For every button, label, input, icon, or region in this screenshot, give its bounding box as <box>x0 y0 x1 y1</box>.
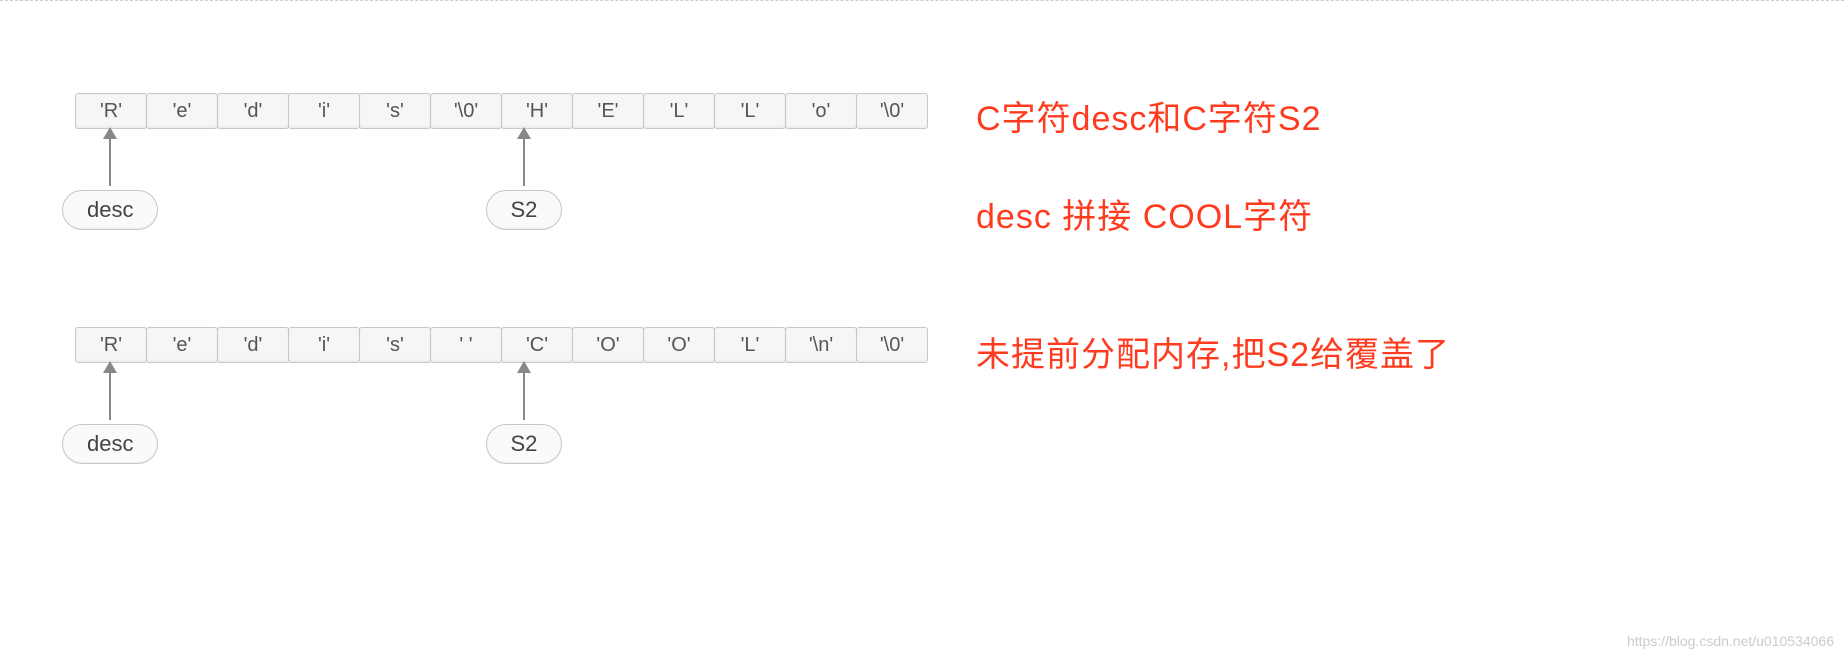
annotation-text: 未提前分配内存,把S2给覆盖了 <box>976 327 1450 376</box>
pointer-desc-1: desc <box>62 361 158 464</box>
memory-cell: 'e' <box>146 93 218 129</box>
memory-cell: 'L' <box>714 327 786 363</box>
memory-cell: ' ' <box>430 327 502 363</box>
memory-cell: 'L' <box>714 93 786 129</box>
memory-cell: 's' <box>359 327 431 363</box>
memory-cell: 'E' <box>572 93 644 129</box>
watermark-text: https://blog.csdn.net/u010534066 <box>1627 633 1834 649</box>
memory-cell: 'i' <box>288 93 360 129</box>
pointer-label: S2 <box>486 190 563 230</box>
memory-cell: 'O' <box>572 327 644 363</box>
memory-cell: 'C' <box>501 327 573 363</box>
memory-cell: '\n' <box>785 327 857 363</box>
memory-cell: 'O' <box>643 327 715 363</box>
memory-cells-1: 'R''e''d''i''s'' ''C''O''O''L''\n''\0' <box>75 327 927 363</box>
memory-row-1: 'R''e''d''i''s'' ''C''O''O''L''\n''\0' <box>75 327 927 363</box>
memory-cell: 'L' <box>643 93 715 129</box>
memory-cell: '\0' <box>856 93 928 129</box>
pointer-label: S2 <box>486 424 563 464</box>
pointer-desc-0: desc <box>62 127 158 230</box>
memory-cell: 'd' <box>217 93 289 129</box>
memory-cell: '\0' <box>856 327 928 363</box>
memory-cell: 'R' <box>75 93 147 129</box>
memory-cell: 'H' <box>501 93 573 129</box>
memory-cell: 'e' <box>146 327 218 363</box>
memory-cell: 'i' <box>288 327 360 363</box>
memory-cell: 'o' <box>785 93 857 129</box>
pointer-s2-1: S2 <box>486 361 563 464</box>
arrow-stem <box>523 138 525 186</box>
arrow-stem <box>109 138 111 186</box>
memory-cell: '\0' <box>430 93 502 129</box>
memory-row-0: 'R''e''d''i''s''\0''H''E''L''L''o''\0' <box>75 93 927 129</box>
memory-cell: 'd' <box>217 327 289 363</box>
memory-cell: 's' <box>359 93 431 129</box>
pointer-label: desc <box>62 424 158 464</box>
annotation-text: C字符desc和C字符S2 <box>976 91 1322 140</box>
arrow-stem <box>109 372 111 420</box>
pointer-label: desc <box>62 190 158 230</box>
memory-cell: 'R' <box>75 327 147 363</box>
arrow-stem <box>523 372 525 420</box>
annotation-text: desc 拼接 COOL字符 <box>976 189 1313 238</box>
pointer-s2-0: S2 <box>486 127 563 230</box>
memory-cells-0: 'R''e''d''i''s''\0''H''E''L''L''o''\0' <box>75 93 927 129</box>
